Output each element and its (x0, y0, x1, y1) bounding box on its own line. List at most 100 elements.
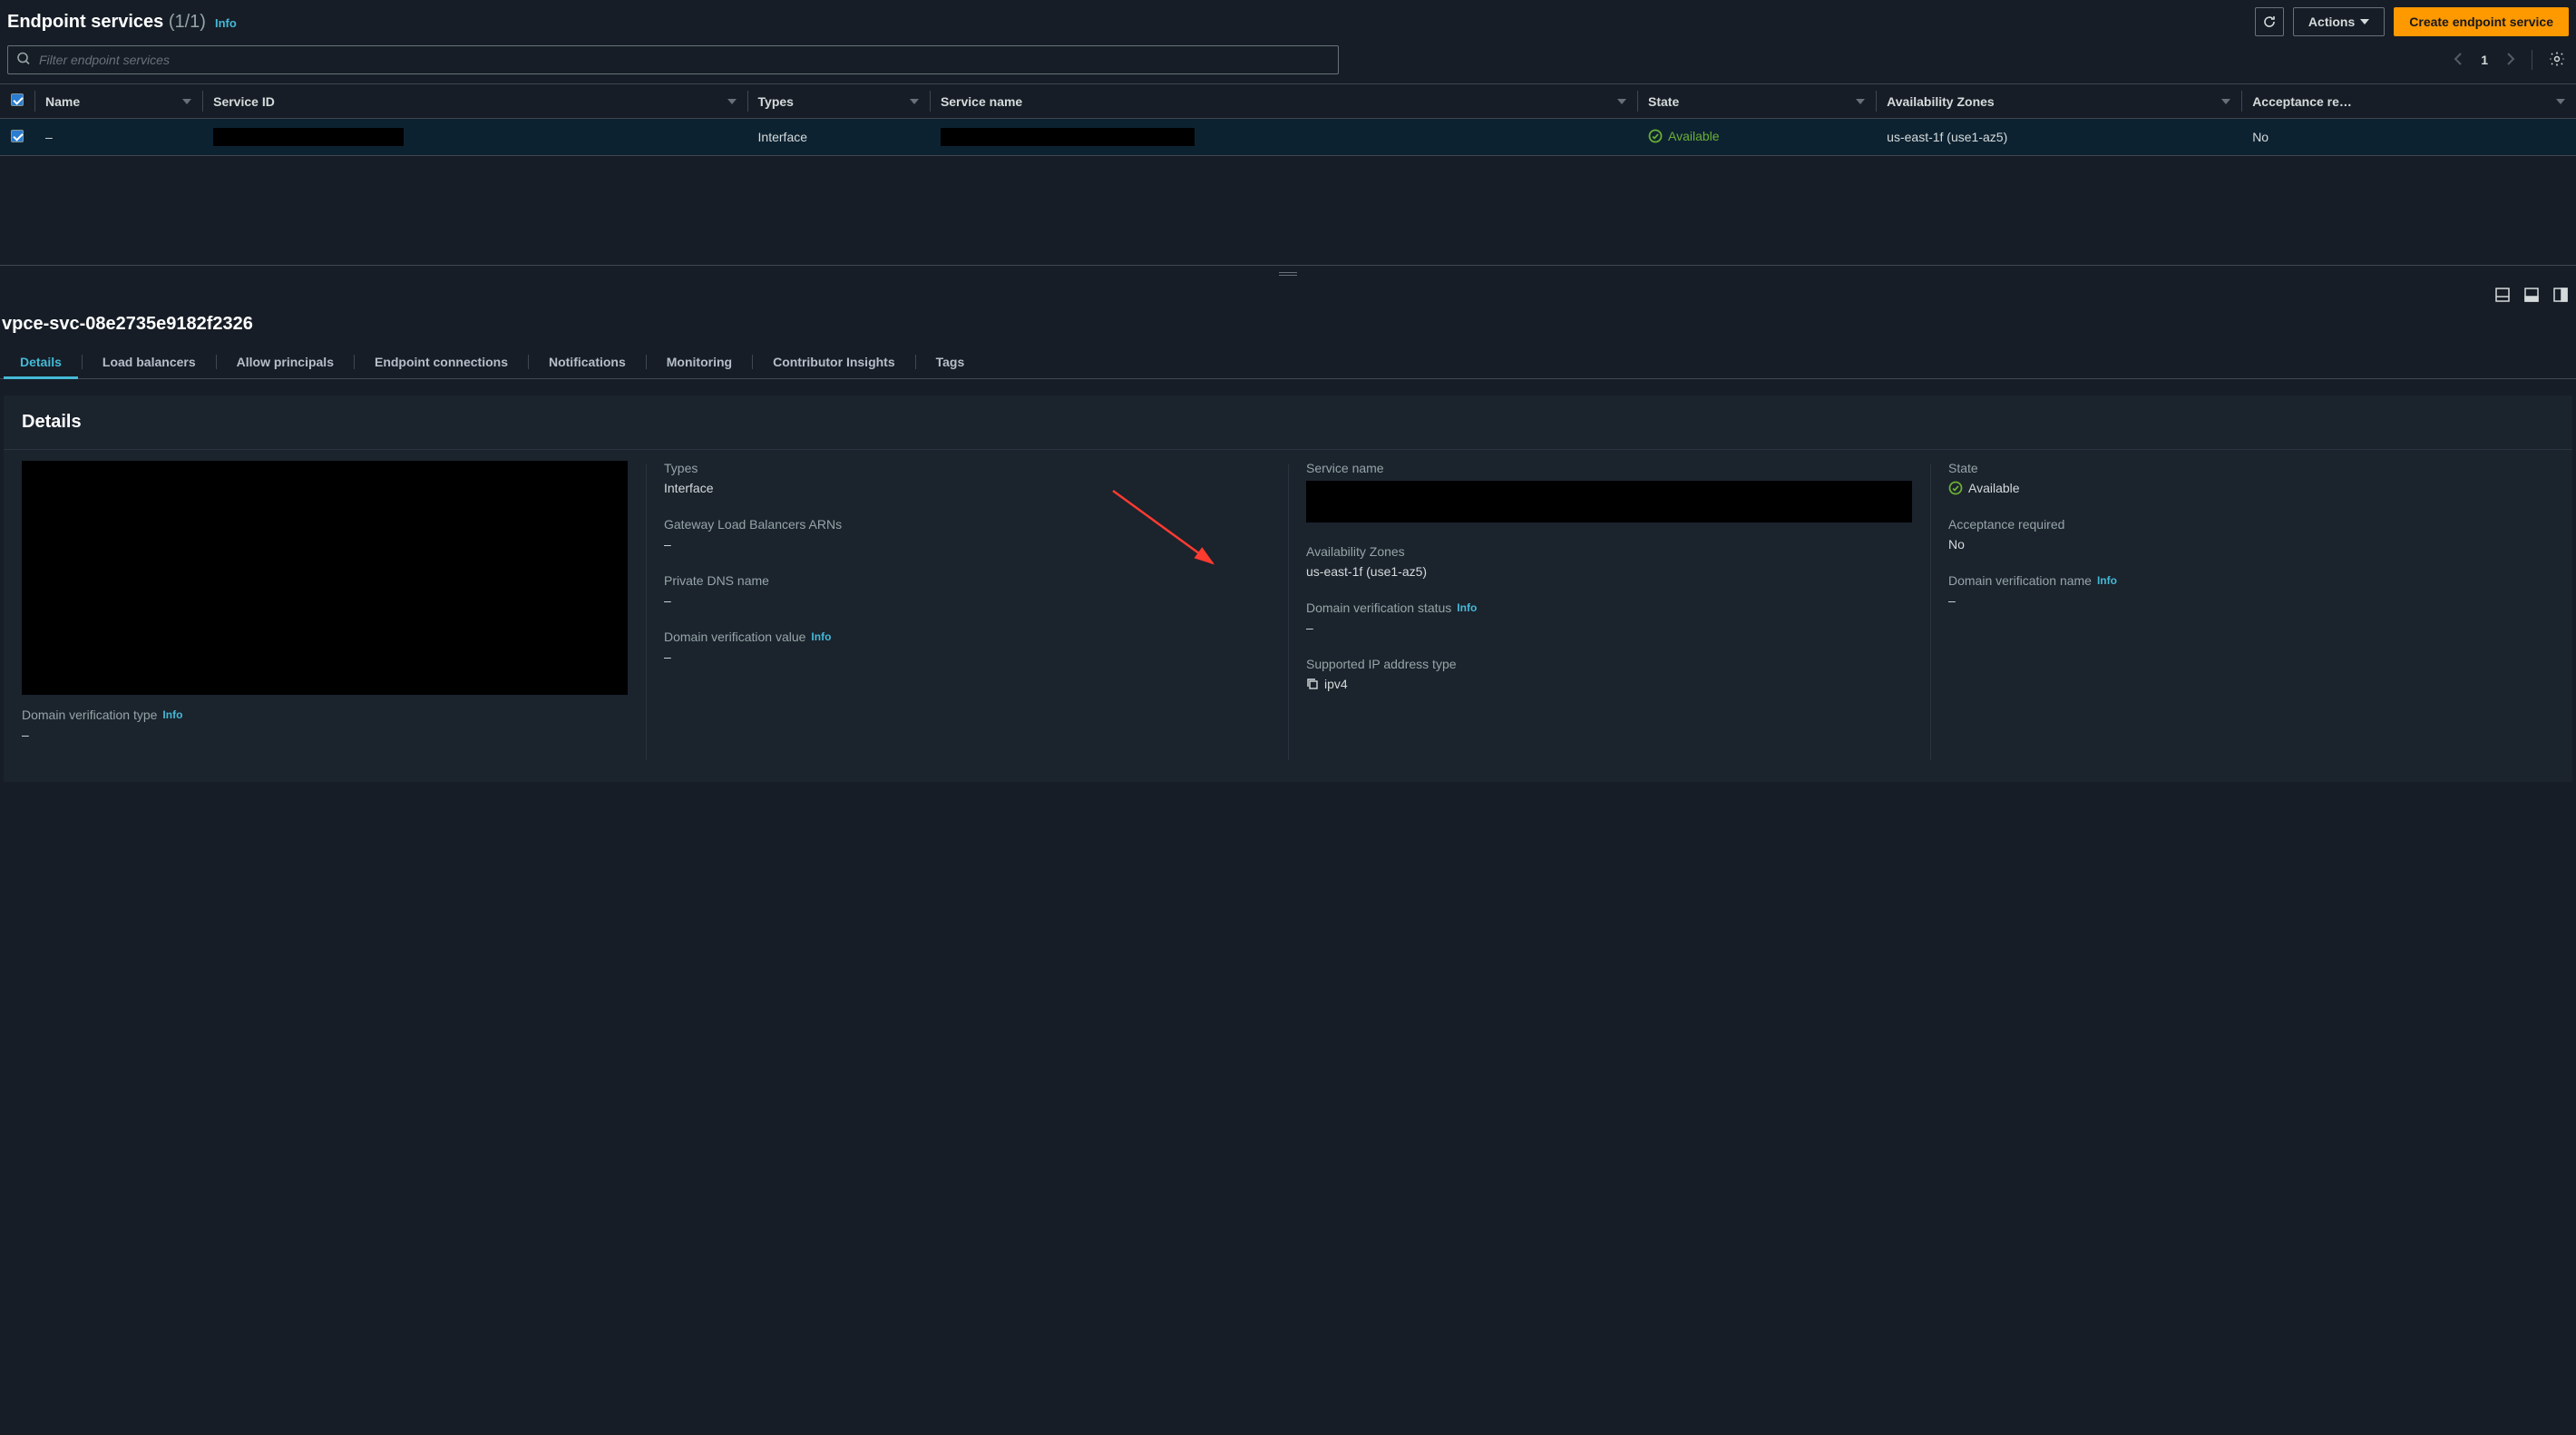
refresh-button[interactable] (2255, 7, 2284, 36)
split-handle[interactable] (0, 265, 2576, 281)
next-page-button[interactable] (2501, 48, 2519, 73)
copy-icon[interactable] (1306, 678, 1319, 690)
cell-acceptance: No (2241, 119, 2576, 156)
label-domain-verification-name: Domain verification name (1948, 573, 2092, 588)
value-gateway-lb-arns: – (664, 537, 1270, 552)
sort-icon (910, 97, 919, 106)
value-domain-verification-name: – (1948, 593, 2554, 608)
header-actions: Actions Create endpoint service (2255, 7, 2569, 36)
select-all-checkbox[interactable] (11, 93, 24, 106)
layout-bottom-icon[interactable] (2494, 287, 2511, 303)
refresh-icon (2262, 15, 2277, 29)
value-availability-zones: us-east-1f (use1-az5) (1306, 564, 1912, 579)
title-area: Endpoint services (1/1) Info (7, 12, 237, 33)
tab-endpoint-connections[interactable]: Endpoint connections (355, 346, 528, 378)
redacted-image (22, 461, 628, 695)
cell-service-name (930, 119, 1637, 156)
cell-name: – (34, 119, 202, 156)
value-acceptance-required: No (1948, 537, 2554, 552)
sort-icon (1617, 97, 1626, 106)
label-acceptance-required: Acceptance required (1948, 517, 2554, 532)
detail-header-id: vpce-svc-08e2735e9182f2326 (0, 308, 2576, 346)
details-card-title: Details (4, 395, 2572, 449)
panel-top (0, 281, 2576, 308)
info-link[interactable]: Info (1457, 601, 1477, 614)
info-link[interactable]: Info (2097, 574, 2117, 587)
value-domain-verification-type: – (22, 727, 628, 742)
tab-contributor-insights[interactable]: Contributor Insights (753, 346, 915, 378)
table-row[interactable]: – Interface Available us-east-1f (use1-a… (0, 119, 2576, 156)
redacted (213, 128, 404, 146)
gear-icon (2549, 51, 2565, 67)
cell-service-id (202, 119, 746, 156)
label-supported-ip-type: Supported IP address type (1306, 657, 1912, 671)
details-col-3: Service name Availability Zones us-east-… (1288, 461, 1930, 764)
details-grid: Domain verification type Info – Types Int… (4, 449, 2572, 764)
tab-load-balancers[interactable]: Load balancers (83, 346, 216, 378)
chevron-right-icon (2504, 52, 2515, 66)
col-name[interactable]: Name (45, 94, 80, 109)
sort-icon (2556, 97, 2565, 106)
layout-split-icon[interactable] (2523, 287, 2540, 303)
endpoint-services-table: Name Service ID Types Service name State… (0, 83, 2576, 156)
label-availability-zones: Availability Zones (1306, 544, 1912, 559)
sort-icon (727, 97, 737, 106)
panel-layout-icons (2494, 281, 2569, 308)
row-checkbox[interactable] (11, 130, 24, 142)
value-private-dns: – (664, 593, 1270, 608)
sort-icon (1856, 97, 1865, 106)
info-link[interactable]: Info (162, 708, 182, 721)
details-col-4: State Available Acceptance required No D… (1930, 461, 2572, 764)
col-service-name[interactable]: Service name (941, 94, 1022, 109)
page-number: 1 (2481, 53, 2488, 67)
info-link[interactable]: Info (215, 16, 237, 30)
header-row: Endpoint services (1/1) Info Actions Cre… (0, 0, 2576, 45)
col-state[interactable]: State (1648, 94, 1679, 109)
sort-icon (182, 97, 191, 106)
chevron-left-icon (2454, 52, 2464, 66)
col-az[interactable]: Availability Zones (1887, 94, 1995, 109)
search-box (7, 45, 1339, 74)
sort-icon (2221, 97, 2230, 106)
label-types: Types (664, 461, 1270, 475)
details-col-2: Types Interface Gateway Load Balancers A… (646, 461, 1288, 764)
prev-page-button[interactable] (2450, 48, 2468, 73)
layout-right-icon[interactable] (2552, 287, 2569, 303)
tab-details[interactable]: Details (0, 346, 82, 378)
tab-notifications[interactable]: Notifications (529, 346, 646, 378)
caret-down-icon (2360, 17, 2369, 26)
tab-tags[interactable]: Tags (916, 346, 985, 378)
value-domain-verification-status: – (1306, 620, 1912, 635)
actions-button[interactable]: Actions (2293, 7, 2385, 36)
search-input[interactable] (7, 45, 1339, 74)
check-circle-icon (1648, 129, 1663, 143)
value-types: Interface (664, 481, 1270, 495)
label-private-dns: Private DNS name (664, 573, 1270, 588)
create-endpoint-service-button[interactable]: Create endpoint service (2394, 7, 2569, 36)
info-link[interactable]: Info (811, 630, 831, 643)
col-acceptance[interactable]: Acceptance re… (2252, 94, 2352, 109)
search-icon (16, 52, 31, 69)
label-domain-verification-type: Domain verification type (22, 708, 157, 722)
redacted-service-name (1306, 481, 1912, 522)
value-domain-verification-value: – (664, 649, 1270, 664)
details-card: Details Domain verification type Info – T… (4, 395, 2572, 782)
tab-monitoring[interactable]: Monitoring (647, 346, 752, 378)
pagination: 1 (2450, 47, 2569, 73)
label-domain-verification-status: Domain verification status (1306, 600, 1451, 615)
label-service-name: Service name (1306, 461, 1912, 475)
check-circle-icon (1948, 481, 1963, 495)
page-title: Endpoint services (1/1) (7, 12, 206, 33)
tabs: Details Load balancers Allow principals … (0, 346, 2576, 379)
cell-types: Interface (747, 119, 930, 156)
label-gateway-lb-arns: Gateway Load Balancers ARNs (664, 517, 1270, 532)
cell-az: us-east-1f (use1-az5) (1876, 119, 2241, 156)
drag-handle-icon (1279, 272, 1297, 276)
settings-button[interactable] (2545, 47, 2569, 73)
page-count: (1/1) (169, 12, 206, 32)
col-service-id[interactable]: Service ID (213, 94, 275, 109)
search-row: 1 (0, 45, 2576, 83)
label-state: State (1948, 461, 2554, 475)
col-types[interactable]: Types (758, 94, 794, 109)
tab-allow-principals[interactable]: Allow principals (217, 346, 354, 378)
